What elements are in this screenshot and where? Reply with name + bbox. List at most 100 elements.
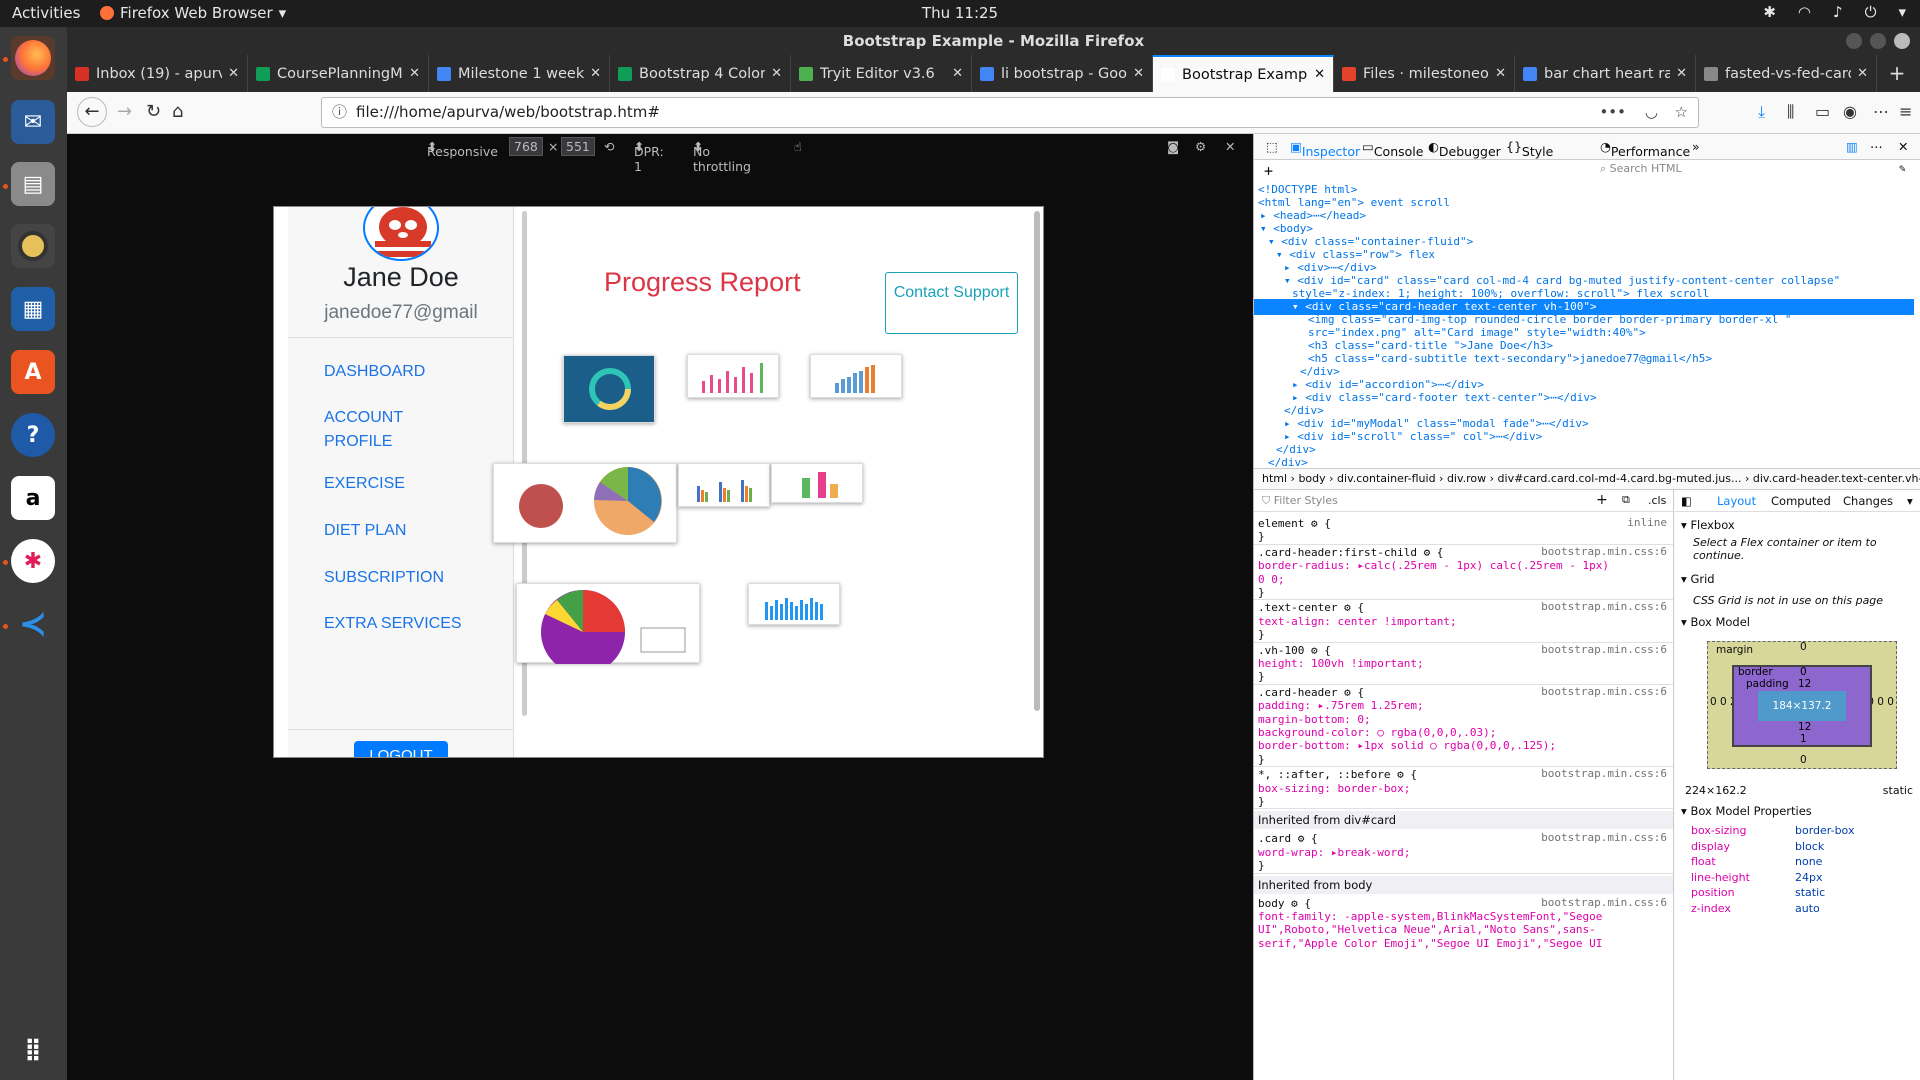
- eyedropper-icon[interactable]: ✎: [1899, 162, 1906, 175]
- markup-node[interactable]: </div>: [1254, 455, 1914, 468]
- rotate-icon[interactable]: ⟲: [604, 139, 614, 154]
- css-rule-line[interactable]: box-sizing: border-box;: [1258, 781, 1410, 796]
- rule-source-link[interactable]: bootstrap.min.css:6: [1541, 767, 1667, 780]
- tab-performance[interactable]: ◔ Performance: [1600, 139, 1690, 159]
- close-tab-icon[interactable]: ✕: [952, 66, 963, 81]
- files-icon[interactable]: ▤: [11, 162, 55, 206]
- border-bottom-value[interactable]: 1: [1800, 733, 1807, 745]
- forward-button[interactable]: →: [117, 101, 132, 122]
- vscode-icon[interactable]: ≺: [11, 602, 55, 646]
- css-rule-line[interactable]: }: [1258, 529, 1265, 544]
- tab-inspector[interactable]: ▣ Inspector: [1290, 139, 1360, 159]
- sidebar-icon[interactable]: ▭: [1815, 102, 1830, 121]
- close-rdm-icon[interactable]: ✕: [1225, 139, 1235, 154]
- amazon-icon[interactable]: a: [11, 476, 55, 520]
- element-picker-icon[interactable]: ⬚: [1266, 139, 1278, 154]
- content-size[interactable]: 184×137.2: [1758, 691, 1846, 721]
- tab-computed[interactable]: Computed: [1771, 494, 1831, 508]
- page-scrollbar[interactable]: [1034, 211, 1040, 711]
- settings-gear-icon[interactable]: ⚙: [1195, 139, 1206, 154]
- margin-bottom-value[interactable]: 0: [1800, 754, 1807, 766]
- close-tab-icon[interactable]: ✕: [1133, 66, 1144, 81]
- clock[interactable]: Thu 11:25: [922, 4, 998, 22]
- box-model-properties-toggle[interactable]: ▾ Box Model Properties: [1681, 804, 1812, 818]
- width-input[interactable]: 768: [509, 137, 543, 156]
- firefox-icon[interactable]: [11, 36, 55, 80]
- padding-bottom-value[interactable]: 12: [1798, 721, 1811, 733]
- browser-tab[interactable]: Tryit Editor v3.6 ✕: [791, 55, 972, 92]
- rule-source-link[interactable]: bootstrap.min.css:6: [1541, 643, 1667, 656]
- browser-tab[interactable]: Files · milestoneo ✕: [1334, 55, 1515, 92]
- browser-tab[interactable]: Inbox (19) - apurva ✕: [67, 55, 248, 92]
- account-icon[interactable]: ◉: [1843, 102, 1857, 121]
- search-html-input[interactable]: ⌕ Search HTML: [1600, 162, 1800, 176]
- chart-thumbnail[interactable]: [563, 355, 655, 423]
- writer-icon[interactable]: ▦: [11, 287, 55, 331]
- close-tab-icon[interactable]: ✕: [409, 66, 420, 81]
- browser-tab[interactable]: li bootstrap - Goo ✕: [972, 55, 1153, 92]
- grid-section-toggle[interactable]: ▾ Grid: [1681, 572, 1715, 586]
- chart-thumbnail[interactable]: [687, 354, 779, 398]
- rule-source-link[interactable]: bootstrap.min.css:6: [1541, 600, 1667, 613]
- menu-extra-services[interactable]: EXTRA SERVICES: [324, 612, 462, 636]
- menu-subscription[interactable]: SUBSCRIPTION: [324, 566, 444, 590]
- reload-button[interactable]: ↻: [146, 101, 161, 122]
- close-tab-icon[interactable]: ✕: [1495, 66, 1506, 81]
- chart-thumbnail[interactable]: [493, 463, 677, 543]
- rule-source-link[interactable]: inline: [1627, 516, 1667, 529]
- css-rule-line[interactable]: }: [1258, 858, 1265, 873]
- close-tab-icon[interactable]: ✕: [771, 66, 782, 81]
- tab-changes[interactable]: Changes: [1843, 494, 1893, 508]
- css-rule-line[interactable]: word-wrap: ▸break-word;: [1258, 845, 1410, 860]
- minimize-button[interactable]: [1846, 33, 1862, 49]
- close-devtools-icon[interactable]: ✕: [1898, 139, 1908, 154]
- tab-console[interactable]: ▭ Console: [1362, 139, 1423, 159]
- page-info-icon[interactable]: ⓘ: [332, 98, 347, 127]
- tab-active[interactable]: Bootstrap Example ✕: [1153, 55, 1334, 92]
- dock-icon[interactable]: ▥: [1846, 139, 1858, 154]
- box-model-section-toggle[interactable]: ▾ Box Model: [1681, 615, 1750, 629]
- close-tab-icon[interactable]: ✕: [1676, 66, 1687, 81]
- more-tabs-icon[interactable]: »: [1692, 139, 1700, 154]
- help-icon[interactable]: ?: [11, 413, 55, 457]
- chart-thumbnail[interactable]: [516, 583, 700, 674]
- browser-tab[interactable]: Bootstrap 4 Color ✕: [610, 55, 791, 92]
- tab-style-editor[interactable]: {} Style Editor: [1506, 139, 1559, 174]
- padding-top-value[interactable]: 12: [1798, 678, 1811, 690]
- url-bar[interactable]: ⓘ file:///home/apurva/web/bootstrap.htm#…: [321, 97, 1699, 128]
- css-rule-line[interactable]: }: [1258, 669, 1265, 684]
- menu-dashboard[interactable]: DASHBOARD: [324, 360, 425, 384]
- downloads-icon[interactable]: ⤓: [1758, 102, 1765, 122]
- overflow-menu-icon[interactable]: ⋯: [1873, 102, 1889, 121]
- toggle-pseudo-class-icon[interactable]: ⧉: [1622, 493, 1630, 507]
- css-rule-line[interactable]: }: [1258, 794, 1265, 809]
- rhythmbox-icon[interactable]: [11, 224, 55, 268]
- css-rule-line[interactable]: }: [1258, 585, 1265, 600]
- browser-tab[interactable]: CoursePlanningM ✕: [248, 55, 429, 92]
- height-input[interactable]: 551: [561, 137, 595, 156]
- browser-tab[interactable]: fasted-vs-fed-cardio ✕: [1696, 55, 1877, 92]
- browser-tab[interactable]: Milestone 1 week ✕: [429, 55, 610, 92]
- slack-icon[interactable]: ✱: [11, 539, 55, 583]
- pocket-icon[interactable]: ◡: [1645, 98, 1658, 127]
- app-menu[interactable]: Firefox Web Browser ▾: [100, 4, 286, 22]
- throttle-selector[interactable]: No throttling ⬍: [693, 139, 751, 174]
- library-icon[interactable]: ⫼: [1787, 102, 1794, 122]
- chevron-down-icon[interactable]: ▾: [1907, 494, 1913, 508]
- activities-button[interactable]: Activities: [12, 4, 80, 22]
- dpr-selector[interactable]: DPR: 1 ⬍: [634, 139, 664, 174]
- system-tray[interactable]: ✱ ◠ ♪ ⏻ ▾: [1763, 3, 1906, 21]
- home-button[interactable]: ⌂: [172, 101, 183, 122]
- add-node-icon[interactable]: +: [1264, 162, 1273, 180]
- tab-debugger[interactable]: ◐ Debugger: [1428, 139, 1501, 159]
- slack-tray-icon[interactable]: ✱: [1763, 3, 1776, 21]
- css-rule-line[interactable]: serif,"Apple Color Emoji","Segoe UI Emoj…: [1258, 936, 1602, 951]
- tab-layout[interactable]: Layout: [1717, 494, 1756, 508]
- hamburger-menu-icon[interactable]: ≡: [1899, 102, 1912, 121]
- chart-thumbnail[interactable]: [810, 354, 902, 398]
- close-tab-icon[interactable]: ✕: [590, 66, 601, 81]
- css-rule-line[interactable]: element ⚙ {: [1258, 516, 1331, 531]
- close-tab-icon[interactable]: ✕: [1857, 66, 1868, 81]
- back-button[interactable]: ←: [77, 97, 107, 127]
- css-rule-line[interactable]: height: 100vh !important;: [1258, 656, 1424, 671]
